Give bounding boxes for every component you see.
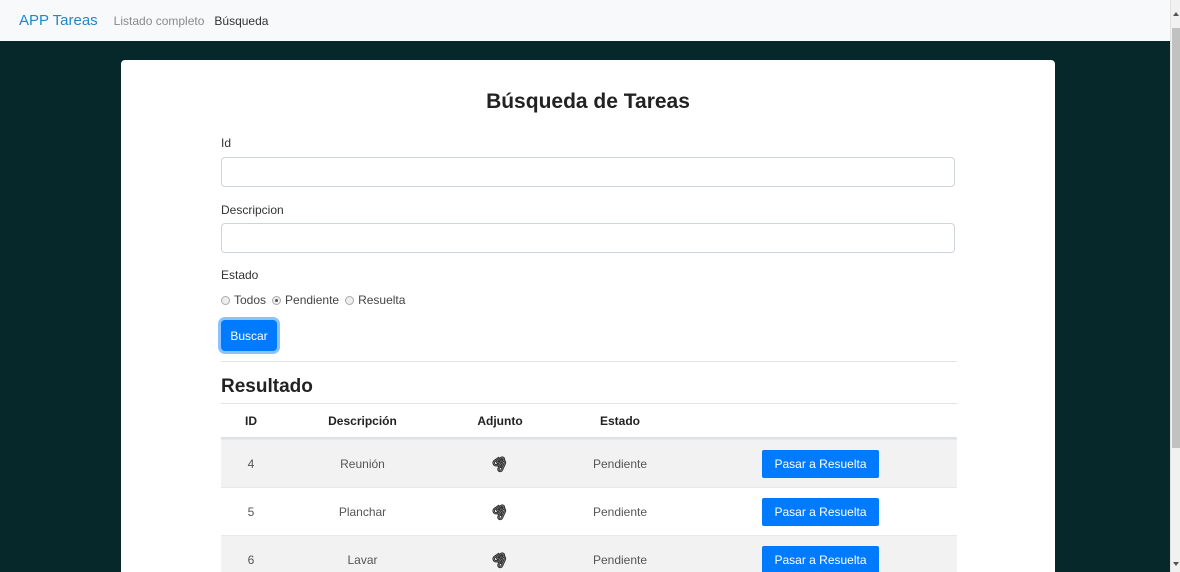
cell-adjunto: 🖇 — [444, 547, 556, 571]
id-input[interactable] — [221, 157, 955, 187]
cell-estado: Pendiente — [592, 552, 648, 567]
paperclip-icon[interactable]: 🖇 — [488, 499, 512, 523]
table-header: ID Descripción Adjunto Estado — [221, 404, 957, 439]
cell-descripcion: Lavar — [347, 552, 378, 567]
cell-estado: Pendiente — [592, 456, 648, 471]
scrollbar-thumb[interactable] — [1172, 28, 1180, 448]
scroll-down-icon[interactable] — [1173, 562, 1179, 566]
results-table: ID Descripción Adjunto Estado 4 Reunión … — [221, 404, 957, 572]
descripcion-input[interactable] — [221, 223, 955, 253]
page-title: Búsqueda de Tareas — [486, 90, 690, 113]
estado-label: Estado — [221, 268, 259, 282]
table-row: 5 Planchar 🖇 Pendiente Pasar a Resuelta — [221, 487, 957, 535]
resultado-heading: Resultado — [221, 376, 313, 397]
cell-estado: Pendiente — [592, 504, 648, 519]
cell-descripcion: Reunión — [340, 456, 385, 471]
header-adjunto: Adjunto — [477, 413, 523, 428]
cell-adjunto: 🖇 — [444, 499, 556, 523]
paperclip-icon[interactable]: 🖇 — [488, 547, 512, 571]
cell-id: 5 — [247, 504, 255, 519]
cell-actions: Pasar a Resuelta — [684, 545, 957, 572]
top-navbar: APP Tareas Listado completo Búsqueda — [0, 0, 1170, 41]
page-scrollbar[interactable] — [1170, 0, 1180, 572]
divider — [221, 361, 957, 362]
header-estado: Estado — [599, 413, 640, 428]
cell-descripcion: Planchar — [338, 504, 387, 519]
search-card: Búsqueda de Tareas Id Descripcion Estado… — [121, 60, 1055, 572]
cell-id: 6 — [247, 552, 255, 567]
table-row: 6 Lavar 🖇 Pendiente Pasar a Resuelta — [221, 535, 957, 572]
pasar-a-resuelta-button[interactable]: Pasar a Resuelta — [762, 497, 879, 526]
scroll-up-icon[interactable] — [1173, 12, 1179, 16]
radio-pendiente[interactable]: Pendiente — [272, 293, 339, 307]
radio-todos[interactable]: Todos — [221, 293, 266, 307]
descripcion-label: Descripcion — [221, 203, 284, 217]
radio-button-icon[interactable] — [221, 295, 230, 305]
cell-actions: Pasar a Resuelta — [684, 449, 957, 478]
header-descripcion: Descripción — [328, 413, 397, 428]
brand-link[interactable]: APP Tareas — [19, 12, 98, 29]
radio-button-checked-icon[interactable] — [272, 295, 282, 305]
radio-resuelta[interactable]: Resuelta — [345, 293, 405, 307]
cell-actions: Pasar a Resuelta — [684, 497, 957, 526]
radio-button-icon[interactable] — [345, 295, 355, 305]
id-label: Id — [221, 136, 232, 150]
radio-todos-label: Todos — [234, 293, 267, 307]
radio-resuelta-label: Resuelta — [358, 293, 406, 307]
cell-id: 4 — [247, 456, 255, 471]
nav-link-listado[interactable]: Listado completo — [114, 14, 205, 28]
buscar-button[interactable]: Buscar — [221, 320, 277, 351]
paperclip-icon[interactable]: 🖇 — [488, 451, 512, 475]
cell-adjunto: 🖇 — [444, 451, 556, 475]
pasar-a-resuelta-button[interactable]: Pasar a Resuelta — [762, 449, 879, 478]
table-row: 4 Reunión 🖇 Pendiente Pasar a Resuelta — [221, 439, 957, 487]
header-id: ID — [245, 413, 257, 428]
radio-pendiente-label: Pendiente — [285, 293, 340, 307]
pasar-a-resuelta-button[interactable]: Pasar a Resuelta — [762, 545, 879, 572]
estado-radio-group: Todos Pendiente Resuelta — [221, 293, 411, 307]
nav-link-busqueda[interactable]: Búsqueda — [214, 14, 268, 28]
